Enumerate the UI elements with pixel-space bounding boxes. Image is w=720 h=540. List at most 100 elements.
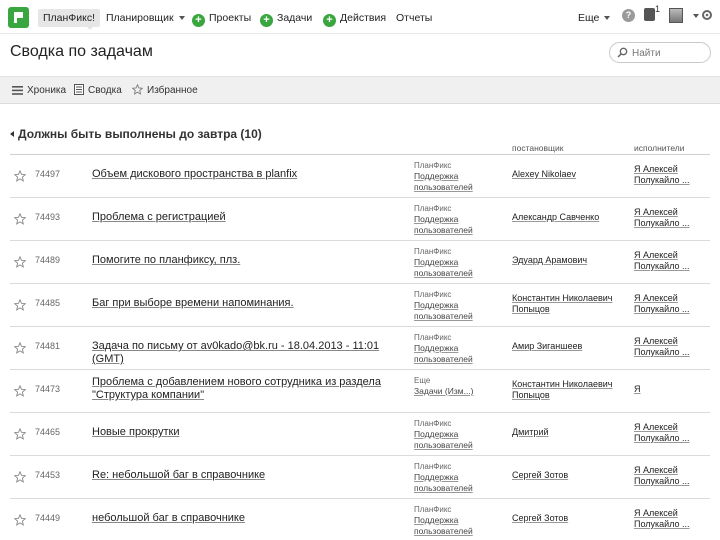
tab-chronicle-label: Хроника bbox=[27, 85, 67, 96]
project-link[interactable]: Поддержка пользователей bbox=[414, 343, 473, 364]
project-link[interactable]: Поддержка пользователей bbox=[414, 429, 473, 450]
star-icon[interactable] bbox=[14, 471, 26, 483]
nav-tasks-label: Задачи bbox=[277, 12, 313, 24]
project-root: ПланФикс bbox=[414, 161, 452, 170]
assigner-link[interactable]: Сергей Зотов bbox=[512, 513, 624, 524]
nav-more[interactable]: Еще bbox=[578, 9, 611, 27]
performers-link[interactable]: Я Алексей Полукайло ... bbox=[634, 293, 710, 315]
assigner-link[interactable]: Alexey Nikolaev bbox=[512, 169, 624, 180]
plus-icon: + bbox=[323, 14, 336, 27]
nav-actions[interactable]: + Действия bbox=[323, 9, 386, 27]
assigner-link[interactable]: Константин Николаевич Попыцов bbox=[512, 379, 624, 401]
star-icon[interactable] bbox=[14, 385, 26, 397]
performers-link[interactable]: Я Алексей Полукайло ... bbox=[634, 422, 710, 444]
star-icon[interactable] bbox=[14, 213, 26, 225]
star-icon[interactable] bbox=[14, 428, 26, 440]
table-row[interactable]: 74449 небольшой баг в справочнике ПланФи… bbox=[10, 499, 710, 540]
task-title-link[interactable]: небольшой баг в справочнике bbox=[92, 512, 392, 525]
project-link[interactable]: Поддержка пользователей bbox=[414, 171, 473, 192]
notifications-count: 1 bbox=[655, 4, 661, 14]
planfix-logo-icon[interactable] bbox=[8, 7, 29, 28]
tab-chronicle[interactable]: Хроника bbox=[12, 84, 66, 98]
tab-summary[interactable]: Сводка bbox=[74, 84, 122, 98]
nav-brand[interactable]: ПланФикс! bbox=[38, 9, 101, 27]
table-row[interactable]: 74485 Баг при выборе времени напоминания… bbox=[10, 284, 710, 327]
task-title-link[interactable]: Объем дискового пространства в planfix bbox=[92, 168, 392, 181]
project-link[interactable]: Задачи (Изм...) bbox=[414, 386, 474, 396]
project-link[interactable]: Поддержка пользователей bbox=[414, 472, 473, 493]
table-row[interactable]: 74453 Re: небольшой баг в справочнике Пл… bbox=[10, 456, 710, 499]
project-link[interactable]: Поддержка пользователей bbox=[414, 257, 473, 278]
collapse-icon bbox=[10, 131, 14, 137]
star-icon[interactable] bbox=[14, 342, 26, 354]
assigner-link[interactable]: Сергей Зотов bbox=[512, 470, 624, 481]
assigner-link[interactable]: Константин Николаевич Попыцов bbox=[512, 293, 624, 315]
star-icon bbox=[132, 84, 143, 95]
task-title-link[interactable]: Задача по письму от av0kado@bk.ru - 18.0… bbox=[92, 340, 412, 366]
star-icon[interactable] bbox=[14, 299, 26, 311]
nav-projects[interactable]: + Проекты bbox=[192, 9, 251, 27]
star-icon[interactable] bbox=[14, 256, 26, 268]
project-link[interactable]: Поддержка пользователей bbox=[414, 300, 473, 321]
performers-link[interactable]: Я Алексей Полукайло ... bbox=[634, 164, 710, 186]
chevron-down-icon bbox=[604, 16, 611, 21]
table-row[interactable]: 74493 Проблема с регистрацией ПланФикс По… bbox=[10, 198, 710, 241]
star-icon[interactable] bbox=[14, 170, 26, 182]
assigner-link[interactable]: Александр Савченко bbox=[512, 212, 624, 223]
help-icon[interactable]: ? bbox=[622, 9, 635, 22]
table-row[interactable]: 74481 Задача по письму от av0kado@bk.ru … bbox=[10, 327, 710, 370]
task-project: ПланФикс Поддержка пользователей bbox=[414, 418, 494, 451]
project-link[interactable]: Поддержка пользователей bbox=[414, 515, 473, 536]
avatar[interactable] bbox=[669, 8, 683, 23]
column-header-assigner: постановщик bbox=[512, 143, 564, 153]
project-root: ПланФикс bbox=[414, 419, 452, 428]
nav-planner-label: Планировщик bbox=[106, 12, 174, 24]
task-title-link[interactable]: Re: небольшой баг в справочнике bbox=[92, 469, 392, 482]
nav-projects-label: Проекты bbox=[209, 12, 252, 24]
nav-tasks[interactable]: + Задачи bbox=[260, 9, 312, 27]
view-tabs: Хроника Сводка Избранное bbox=[0, 76, 720, 104]
title-bar: Сводка по задачам bbox=[0, 34, 720, 74]
assigner-link[interactable]: Дмитрий bbox=[512, 427, 624, 438]
search-box[interactable] bbox=[609, 42, 711, 63]
table-row[interactable]: 74473 Проблема с добавлением нового сотр… bbox=[10, 370, 710, 413]
performers-link[interactable]: Я bbox=[634, 384, 710, 395]
task-project: ПланФикс Поддержка пользователей bbox=[414, 461, 494, 494]
performers-link[interactable]: Я Алексей Полукайло ... bbox=[634, 465, 710, 487]
section-title[interactable]: Должны быть выполнены до завтра (10) bbox=[10, 127, 262, 141]
search-input[interactable] bbox=[632, 46, 706, 60]
chevron-down-icon[interactable] bbox=[693, 14, 699, 18]
performers-link[interactable]: Я Алексей Полукайло ... bbox=[634, 207, 710, 229]
table-row[interactable]: 74497 Объем дискового пространства в pla… bbox=[10, 155, 710, 198]
project-link[interactable]: Поддержка пользователей bbox=[414, 214, 473, 235]
nav-planner[interactable]: Планировщик bbox=[106, 9, 185, 27]
nav-reports[interactable]: Отчеты bbox=[396, 9, 432, 27]
assigner-link[interactable]: Эдуард Арамович bbox=[512, 255, 624, 266]
task-id: 74493 bbox=[35, 212, 61, 222]
plus-icon: + bbox=[260, 14, 273, 27]
tab-favorites[interactable]: Избранное bbox=[132, 84, 198, 98]
project-root: Еще bbox=[414, 376, 431, 385]
star-icon[interactable] bbox=[14, 514, 26, 526]
task-id: 74465 bbox=[35, 427, 61, 437]
project-root: ПланФикс bbox=[414, 247, 452, 256]
project-root: ПланФикс bbox=[414, 333, 452, 342]
performers-link[interactable]: Я Алексей Полукайло ... bbox=[634, 508, 710, 530]
task-title-link[interactable]: Помогите по планфиксу, плз. bbox=[92, 254, 392, 267]
performers-link[interactable]: Я Алексей Полукайло ... bbox=[634, 336, 710, 358]
nav-actions-label: Действия bbox=[340, 12, 387, 24]
task-id: 74497 bbox=[35, 169, 61, 179]
top-navigation: ПланФикс! Планировщик + Проекты + Задачи +… bbox=[0, 0, 720, 34]
table-row[interactable]: 74489 Помогите по планфиксу, плз. ПланФи… bbox=[10, 241, 710, 284]
assigner-link[interactable]: Амир Зиганшеев bbox=[512, 341, 624, 352]
notifications-icon[interactable] bbox=[644, 8, 655, 21]
section-title-label: Должны быть выполнены до завтра (10) bbox=[18, 127, 262, 141]
performers-link[interactable]: Я Алексей Полукайло ... bbox=[634, 250, 710, 272]
task-title-link[interactable]: Проблема с добавлением нового сотрудника… bbox=[92, 376, 382, 402]
task-title-link[interactable]: Проблема с регистрацией bbox=[92, 211, 392, 224]
task-title-link[interactable]: Баг при выборе времени напоминания. bbox=[92, 297, 392, 310]
table-row[interactable]: 74465 Новые прокрутки ПланФикс Поддержка … bbox=[10, 413, 710, 456]
task-title-link[interactable]: Новые прокрутки bbox=[92, 426, 392, 439]
task-id: 74449 bbox=[35, 513, 61, 523]
gear-icon[interactable] bbox=[701, 9, 713, 21]
